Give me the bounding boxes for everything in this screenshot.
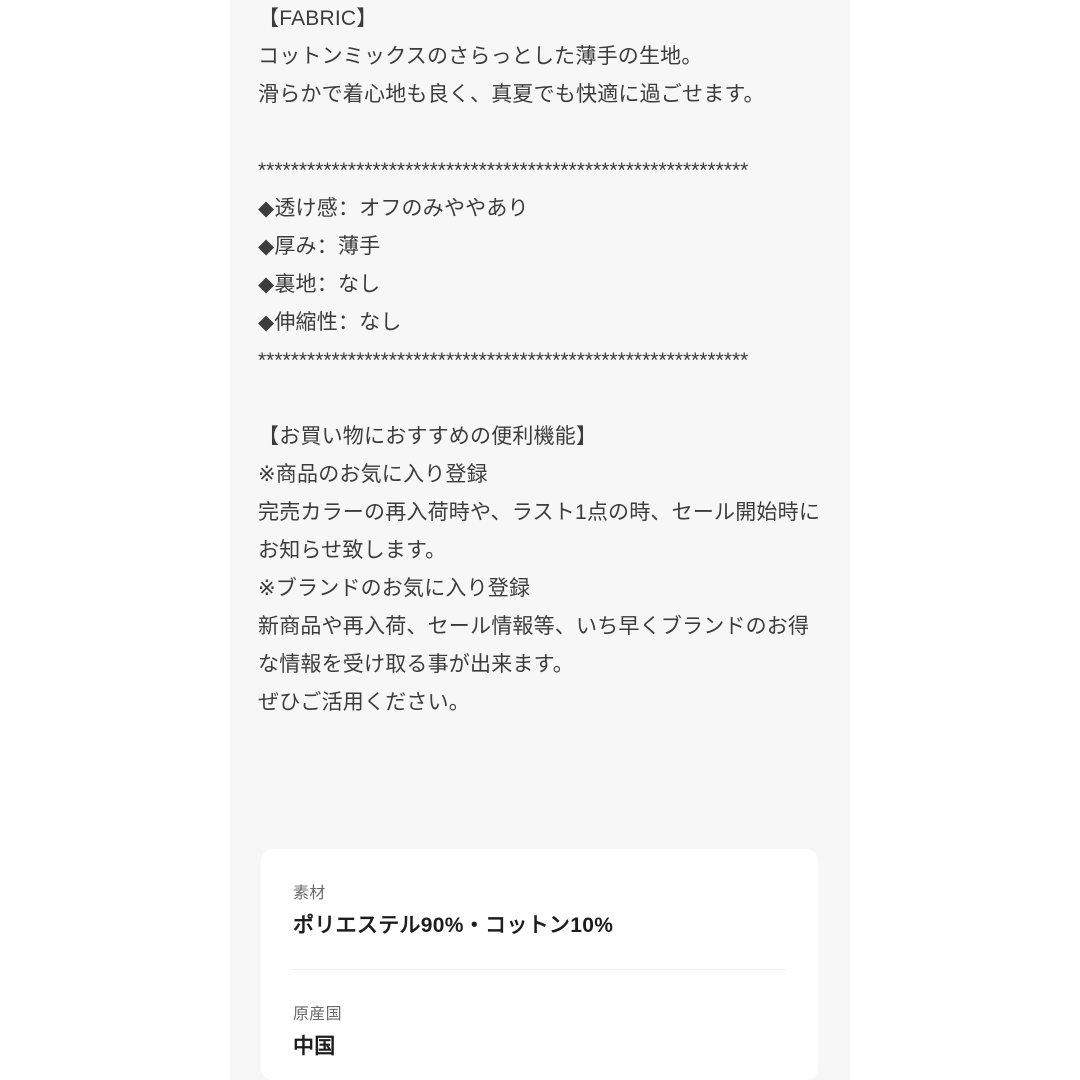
asterisk-divider-top: ****************************************… — [258, 159, 749, 182]
product-description-text: 【FABRIC】 コットンミックスのさらっとした薄手の生地。 滑らかで着心地も良… — [230, 0, 850, 722]
spec-label-origin: 原産国 — [293, 1006, 342, 1023]
spec-row-material: 素材 ポリエステル90%・コットン10% — [293, 849, 786, 969]
spacer-line-2 — [258, 380, 822, 418]
features-heading: 【お買い物におすすめの便利機能】 — [258, 425, 598, 448]
content-column: 【FABRIC】 コットンミックスのさらっとした薄手の生地。 滑らかで着心地も良… — [230, 0, 850, 1080]
feature-closing-line: ぜひご活用ください。 — [258, 691, 470, 714]
fabric-heading: 【FABRIC】 — [258, 7, 378, 30]
spec-value-origin: 中国 — [293, 1035, 336, 1058]
spec-sheerness: ◆透け感：オフのみややあり — [258, 197, 529, 220]
feature-favorite-brand-detail: 新商品や再入荷、セール情報等、いち早くブランドのお得な情報を受け取る事が出来ます… — [258, 615, 810, 676]
feature-favorite-item-detail: 完売カラーの再入荷時や、ラスト1点の時、セール開始時にお知らせ致します。 — [258, 501, 821, 562]
product-description-page: 【FABRIC】 コットンミックスのさらっとした薄手の生地。 滑らかで着心地も良… — [0, 0, 1080, 1080]
fabric-line-2: 滑らかで着心地も良く、真夏でも快適に過ごせます。 — [258, 83, 765, 106]
spacer-line-1 — [258, 114, 822, 152]
spec-stretch: ◆伸縮性：なし — [258, 311, 402, 334]
product-spec-card: 素材 ポリエステル90%・コットン10% 原産国 中国 — [261, 849, 818, 1080]
asterisk-divider-bottom: ****************************************… — [258, 349, 749, 372]
spec-lining: ◆裏地：なし — [258, 273, 381, 296]
spec-row-origin: 原産国 中国 — [293, 969, 786, 1080]
spec-label-material: 素材 — [293, 885, 326, 902]
feature-favorite-brand: ※ブランドのお気に入り登録 — [258, 577, 531, 600]
spec-thickness: ◆厚み：薄手 — [258, 235, 381, 258]
feature-favorite-item: ※商品のお気に入り登録 — [258, 463, 488, 486]
spec-value-material: ポリエステル90%・コットン10% — [293, 914, 614, 937]
fabric-line-1: コットンミックスのさらっとした薄手の生地。 — [258, 45, 703, 68]
